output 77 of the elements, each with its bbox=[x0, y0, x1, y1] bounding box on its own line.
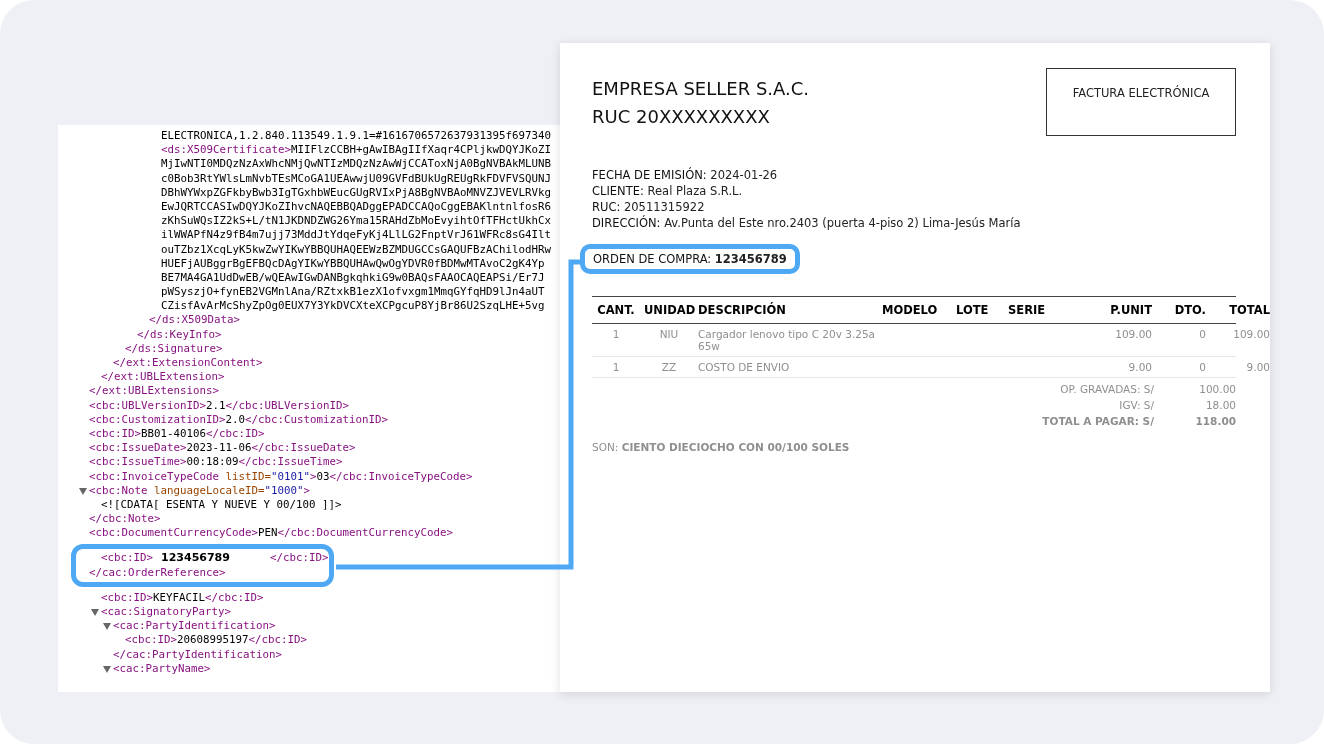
xml-line: <cbc:ID>KEYFACIL</cbc:ID> bbox=[101, 590, 264, 605]
total-label: OP. GRAVADAS: S/ bbox=[1060, 383, 1154, 395]
invoice-field: ORDEN DE COMPRA: 123456789 bbox=[580, 244, 800, 274]
xml-line: </cac:OrderReference> bbox=[89, 565, 226, 580]
column-header: P.UNIT bbox=[1109, 303, 1152, 317]
column-header: UNIDAD bbox=[644, 303, 694, 317]
invoice-field: DIRECCIÓN: Av.Punta del Este nro.2403 (puerta 4-piso 2) Lima-Jesús María bbox=[592, 216, 1021, 230]
table-cell-text: 109.00 bbox=[1114, 328, 1152, 340]
xml-line: <![CDATA[ ESENTA Y NUEVE Y 00/100 ]]> bbox=[101, 497, 342, 513]
xml-line: </ext:UBLExtension> bbox=[101, 370, 225, 385]
table-cell-text: 0 bbox=[1198, 361, 1206, 373]
column-header: LOTE bbox=[956, 303, 990, 317]
xml-line: </ext:UBLExtensions> bbox=[89, 384, 219, 399]
xml-line: <ds:X509Certificate>MIIFlzCCBH+gAwIBAgIIfXaqr4CPljkwDQYJKoZI bbox=[161, 143, 552, 158]
table-cell-text: 1 bbox=[611, 328, 621, 340]
xml-line: zKhSuWQsIZ2kS+L/tN1JKDNDZWG26Yma15RAHdZbMoEvyihtOfTFHctUkhCx bbox=[161, 214, 552, 229]
table-cell-text: ZZ bbox=[660, 361, 678, 373]
xml-line: </ds:X509Data> bbox=[149, 313, 240, 328]
column-header: MODELO bbox=[882, 303, 939, 317]
xml-line: <cbc:DocumentCurrencyCode>PEN</cbc:DocumentCurrencyCode> bbox=[89, 526, 454, 541]
xml-line: </ds:Signature> bbox=[125, 341, 223, 356]
table-cell-text: 9.00 bbox=[1245, 361, 1270, 373]
xml-line: ouTZbz1XcqLyK5kwZwYIKwYBBQUHAQEEWzBZMDUGCCsGAQUFBzAChilodHRw bbox=[161, 242, 552, 257]
expand-triangle-icon[interactable] bbox=[91, 609, 99, 616]
invoice-field: FECHA DE EMISIÓN: 2024-01-26 bbox=[592, 168, 778, 182]
amount-in-words: SON: CIENTO DIECIOCHO CON 00/100 SOLES bbox=[592, 441, 851, 453]
column-header: SERIE bbox=[1008, 303, 1047, 317]
total-label: TOTAL A PAGAR: S/ bbox=[1042, 415, 1154, 427]
xml-line: MjIwNTI0MDQzNzAxWhcNMjQwNTIzMDQzNzAwWjCCAToxNjA0BgNVBAkMLUNB bbox=[161, 157, 552, 172]
table-cell-text: NIU bbox=[658, 328, 680, 340]
expand-triangle-icon[interactable] bbox=[103, 665, 111, 673]
table-cell-text: 0 bbox=[1198, 328, 1206, 340]
expand-triangle-icon[interactable] bbox=[79, 487, 87, 495]
xml-line: pWSyszjO+fynEB2VGMnlAna/RZtxkB1ezX1ofvxgm1MmqGYfqHD9lJn4aUT bbox=[161, 285, 545, 300]
xml-line: <cbc:Note languageLocaleID="1000"> bbox=[89, 483, 311, 498]
xml-line: CZisfAvArMcShyZpOg0EUX7Y3YkDVCXteXCPgcuP8YjBr86U2SzqLHE+5vg bbox=[161, 299, 545, 314]
xml-line: <cbc:IssueDate>2023-11-06</cbc:IssueDate> bbox=[89, 441, 356, 456]
invoice-field: CLIENTE: Real Plaza S.R.L. bbox=[592, 184, 743, 198]
xml-line: BE7MA4GA1UdDwEB/wQEAwIGwDANBgkqhkiG9w0BAQsFAAOCAQEAPSi/Er7J bbox=[161, 270, 545, 286]
invoice-field: RUC: 20511315922 bbox=[592, 200, 705, 214]
company-name: EMPRESA SELLER S.A.C. bbox=[592, 77, 810, 101]
xml-line: <cbc:ID> 123456789 </cbc:ID> bbox=[101, 551, 329, 566]
xml-line: <cac:SignatoryParty> bbox=[101, 605, 231, 620]
column-header: DESCRIPCIÓN bbox=[698, 303, 787, 317]
table-cell-text: 9.00 bbox=[1127, 361, 1152, 373]
xml-line: DBhWYWxpZGFkbyBwb3IgTGxhbWEucGUgRVIxPjA8BgNVBAoMNVZJVEVLRVkg bbox=[161, 185, 552, 200]
xml-line: <cac:PartyName> bbox=[113, 661, 211, 676]
xml-line: <cbc:InvoiceTypeCode listID="0101">03</cbc:InvoiceTypeCode> bbox=[89, 469, 473, 484]
xml-line: <cbc:ID>20608995197</cbc:ID> bbox=[125, 633, 308, 648]
table-cell-text: 1 bbox=[611, 361, 621, 373]
xml-line: </cbc:Note> bbox=[89, 512, 161, 527]
document-type-box: FACTURA ELECTRÓNICA bbox=[1046, 68, 1236, 136]
company-ruc: RUC 20XXXXXXXXX bbox=[592, 105, 771, 129]
total-value: 118.00 bbox=[1194, 415, 1236, 427]
column-header: DTO. bbox=[1173, 303, 1206, 317]
xml-line: <cbc:ID>BB01-40106</cbc:ID> bbox=[89, 426, 265, 442]
xml-line: <cbc:UBLVersionID>2.1</cbc:UBLVersionID> bbox=[89, 398, 350, 413]
xml-line: <cac:PartyIdentification> bbox=[113, 619, 276, 634]
xml-line: c0Bob3RtYWlsLmNvbTEsMCoGA1UEAwwjU09GVFdBUkUgREUgRkFDVFVSQUNJ bbox=[161, 171, 552, 186]
table-cell-text: 109.00 bbox=[1232, 328, 1270, 340]
expand-triangle-icon[interactable] bbox=[103, 623, 111, 631]
total-label: IGV: S/ bbox=[1119, 399, 1154, 411]
total-value: 18.00 bbox=[1204, 399, 1236, 411]
table-cell-text: COSTO DE ENVIO bbox=[698, 361, 791, 373]
xml-line: </ds:KeyInfo> bbox=[137, 327, 222, 342]
xml-line: ELECTRONICA,1.2.840.113549.1.9.1=#1616706572637931395f697340 bbox=[161, 129, 552, 144]
xml-line: <cbc:CustomizationID>2.0</cbc:CustomizationID> bbox=[89, 412, 389, 427]
total-value: 100.00 bbox=[1198, 383, 1236, 395]
table-cell-text: Cargador lenovo tipo C 20v 3.25a 65w bbox=[698, 328, 877, 352]
xml-line: HUEFjAUBggrBgEFBQcDAgYIKwYBBQUHAwQwOgYDVR0fBDMwMTAvoC2gK4Yp bbox=[161, 256, 545, 271]
xml-line: </cac:PartyIdentification> bbox=[113, 647, 282, 662]
xml-line: ilWWAPfN4z9fB4m7ujj73MddJtYdqeFyKj4LlLG2FnptVrJ61WFRc8sG4Ilt bbox=[161, 228, 552, 243]
xml-line: <cbc:IssueTime>00:18:09</cbc:IssueTime> bbox=[89, 455, 343, 470]
column-header: CANT. bbox=[596, 303, 636, 317]
xml-line: EwJQRTCCASIwDQYJKoZIhvcNAQEBBQADggEPADCCAQoCggEBAKlntnlfosR6 bbox=[161, 199, 552, 215]
xml-line: </ext:ExtensionContent> bbox=[113, 356, 263, 371]
column-header: TOTAL bbox=[1228, 303, 1270, 317]
